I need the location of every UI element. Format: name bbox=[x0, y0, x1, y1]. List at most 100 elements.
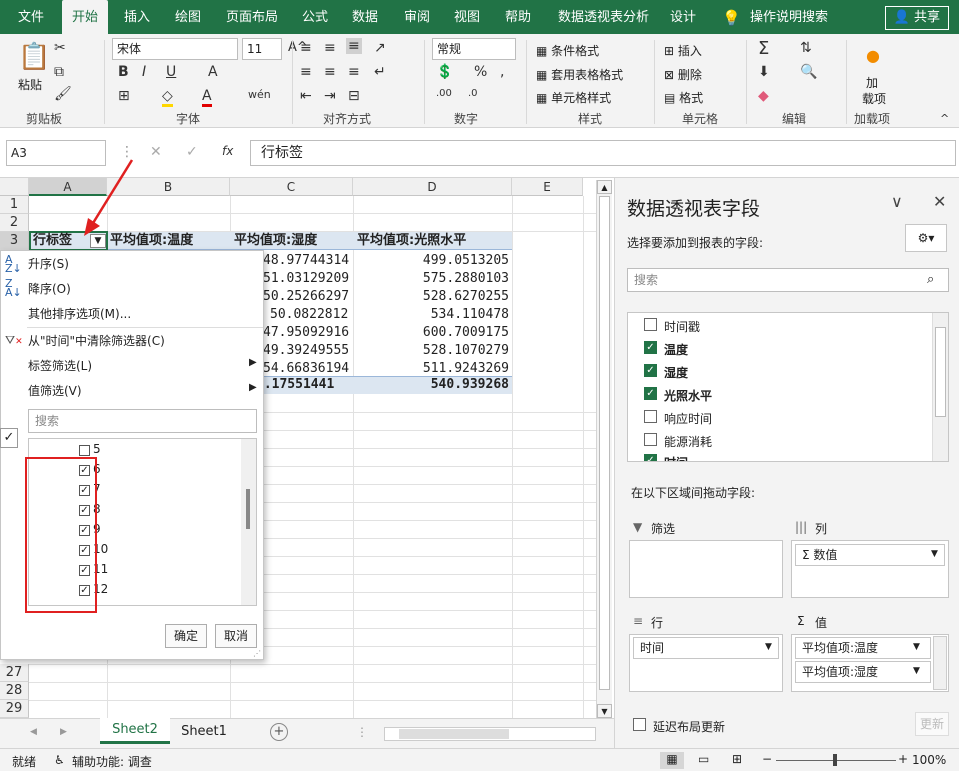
table-cell[interactable]: 528.6270255 bbox=[414, 288, 509, 306]
field-checkbox-temperature[interactable]: ✓ bbox=[644, 341, 657, 354]
select-all-corner[interactable] bbox=[0, 178, 29, 196]
decrease-decimal-icon[interactable]: .0 bbox=[468, 88, 478, 99]
field-search-input[interactable]: 搜索 bbox=[627, 268, 949, 292]
font-name-select[interactable]: 宋体 bbox=[112, 38, 238, 60]
scroll-down-icon[interactable]: ▼ bbox=[597, 704, 612, 718]
tab-help[interactable]: 帮助 bbox=[505, 0, 531, 34]
field-checkbox-response[interactable] bbox=[644, 410, 657, 423]
table-cell[interactable]: 50.25266297 bbox=[263, 288, 349, 306]
label-filter-item[interactable]: 标签筛选(L) bbox=[28, 357, 92, 374]
insert-cells-button[interactable]: ⊞ 插入 bbox=[664, 42, 702, 59]
horizontal-scroll-thumb[interactable] bbox=[399, 729, 509, 739]
sheet-tab-sheet2[interactable]: Sheet2 bbox=[100, 718, 170, 744]
addins-icon[interactable]: ● bbox=[866, 46, 880, 65]
tab-design[interactable]: 设计 bbox=[670, 0, 696, 34]
vertical-scrollbar-track[interactable]: ▲ ▼ bbox=[596, 180, 612, 718]
dropdown-arrow-icon[interactable]: ▼ bbox=[913, 642, 920, 652]
align-right-icon[interactable]: ≡ bbox=[348, 64, 360, 80]
gear-icon[interactable]: ⚙▾ bbox=[905, 224, 947, 252]
zoom-in-icon[interactable]: + bbox=[898, 752, 908, 766]
field-checkbox-light[interactable]: ✓ bbox=[644, 387, 657, 400]
sort-descending-item[interactable]: 降序(O) bbox=[28, 280, 71, 297]
value-item-temperature[interactable]: 平均值项:温度 bbox=[795, 637, 931, 659]
col-header-d[interactable]: D bbox=[353, 178, 512, 196]
dropdown-arrow-icon[interactable]: ▼ bbox=[931, 549, 938, 559]
conditional-format-button[interactable]: ▦ 条件格式 bbox=[536, 42, 599, 59]
normal-view-icon[interactable]: ▦ bbox=[660, 752, 684, 769]
cancel-button[interactable]: 取消 bbox=[215, 624, 257, 648]
more-sort-options-item[interactable]: 其他排序选项(M)... bbox=[28, 305, 131, 322]
font-shrink-icon[interactable]: A bbox=[208, 64, 218, 80]
field-checkbox-humidity[interactable]: ✓ bbox=[644, 364, 657, 377]
currency-icon[interactable]: 💲 bbox=[436, 64, 453, 80]
align-middle-icon[interactable]: ≡ bbox=[324, 40, 336, 56]
delete-cells-button[interactable]: ⊠ 删除 bbox=[664, 66, 702, 83]
value-item-humidity[interactable]: 平均值项:湿度 bbox=[795, 661, 931, 683]
field-list-scrollbar[interactable] bbox=[932, 313, 948, 461]
tell-me-search[interactable]: 操作说明搜索 bbox=[750, 0, 828, 34]
zoom-slider-thumb[interactable] bbox=[833, 754, 837, 766]
table-cell[interactable]: 575.2880103 bbox=[414, 270, 509, 288]
next-sheet-icon[interactable]: ▶ bbox=[60, 727, 67, 737]
row-item-time[interactable]: 时间 bbox=[633, 637, 779, 659]
chevron-down-icon[interactable]: ∨ bbox=[891, 192, 903, 211]
dropdown-arrow-icon[interactable]: ▼ bbox=[765, 642, 772, 652]
align-bottom-icon[interactable]: ≡ bbox=[346, 38, 362, 54]
copy-icon[interactable]: ⧉ bbox=[54, 64, 64, 80]
table-cell[interactable]: 600.7009175 bbox=[414, 324, 509, 342]
resize-grip-icon[interactable]: ⋰ bbox=[253, 649, 261, 658]
cell-styles-button[interactable]: ▦ 单元格样式 bbox=[536, 89, 611, 106]
accessibility-status[interactable]: 辅助功能: 调查 bbox=[72, 753, 152, 770]
table-cell[interactable]: 49.39249555 bbox=[263, 342, 349, 360]
paste-icon[interactable]: 📋 bbox=[18, 42, 50, 72]
row-header-3[interactable]: 3 bbox=[0, 232, 29, 250]
fill-color-icon[interactable]: ◇ bbox=[162, 88, 173, 107]
clear-filter-item[interactable]: 从"时间"中清除筛选器(C) bbox=[28, 332, 165, 349]
align-center-icon[interactable]: ≡ bbox=[324, 64, 336, 80]
select-all-checkbox[interactable]: ✓ bbox=[0, 428, 18, 448]
tab-pivot-analyze[interactable]: 数据透视表分析 bbox=[558, 0, 649, 34]
tab-file[interactable]: 文件 bbox=[18, 0, 44, 34]
table-cell[interactable]: 51.03129209 bbox=[263, 270, 349, 288]
align-top-icon[interactable]: ≡ bbox=[300, 40, 312, 56]
addins-button-line2[interactable]: 载项 bbox=[862, 90, 886, 107]
total-humidity-cell[interactable]: 0.17551441 bbox=[256, 376, 334, 394]
row-header-1[interactable]: 1 bbox=[0, 196, 29, 214]
paste-button[interactable]: 粘贴 bbox=[18, 76, 42, 93]
total-light-cell[interactable]: 540.939268 bbox=[414, 376, 509, 394]
cut-icon[interactable]: ✂ bbox=[54, 40, 66, 56]
sheet-tab-sheet1[interactable]: Sheet1 bbox=[172, 719, 236, 745]
number-format-select[interactable]: 常规 bbox=[432, 38, 516, 60]
update-button[interactable]: 更新 bbox=[915, 712, 949, 736]
bold-icon[interactable]: B bbox=[118, 64, 129, 80]
fill-icon[interactable]: ⬇ bbox=[758, 64, 770, 80]
align-left-icon[interactable]: ≡ bbox=[300, 64, 312, 80]
font-color-icon[interactable]: A bbox=[202, 88, 212, 107]
row-header-27[interactable]: 27 bbox=[0, 664, 29, 682]
addins-button-line1[interactable]: 加 bbox=[866, 74, 878, 91]
indent-decrease-icon[interactable]: ⇤ bbox=[300, 88, 312, 104]
filter-list-scrollbar[interactable] bbox=[241, 439, 256, 605]
horizontal-scrollbar[interactable] bbox=[384, 727, 596, 741]
pivot-row-labels-cell[interactable]: 行标签 bbox=[33, 232, 72, 250]
tab-review[interactable]: 审阅 bbox=[404, 0, 430, 34]
clear-icon[interactable]: ◆ bbox=[758, 88, 769, 104]
insert-function-icon[interactable]: fx bbox=[222, 144, 233, 158]
percent-icon[interactable]: % bbox=[474, 64, 487, 80]
dropdown-arrow-icon[interactable]: ▼ bbox=[913, 666, 920, 676]
page-break-view-icon[interactable]: ⊞ bbox=[732, 752, 742, 766]
row-header-2[interactable]: 2 bbox=[0, 214, 29, 232]
field-checkbox-time[interactable]: ✓ bbox=[644, 454, 657, 461]
table-cell[interactable]: 499.0513205 bbox=[414, 252, 509, 270]
table-cell[interactable]: 50.0822812 bbox=[270, 306, 348, 324]
value-filter-item[interactable]: 值筛选(V) bbox=[28, 382, 82, 399]
close-icon[interactable]: ✕ bbox=[933, 192, 946, 211]
filter-area-box[interactable] bbox=[629, 540, 783, 598]
row-header-29[interactable]: 29 bbox=[0, 700, 29, 718]
share-button[interactable]: 👤 共享 bbox=[884, 6, 949, 30]
row-header-28[interactable]: 28 bbox=[0, 682, 29, 700]
tab-data[interactable]: 数据 bbox=[352, 0, 378, 34]
tab-view[interactable]: 视图 bbox=[454, 0, 480, 34]
filter-list-scroll-thumb[interactable] bbox=[246, 489, 250, 529]
merge-center-icon[interactable]: ⊟ bbox=[348, 88, 360, 104]
